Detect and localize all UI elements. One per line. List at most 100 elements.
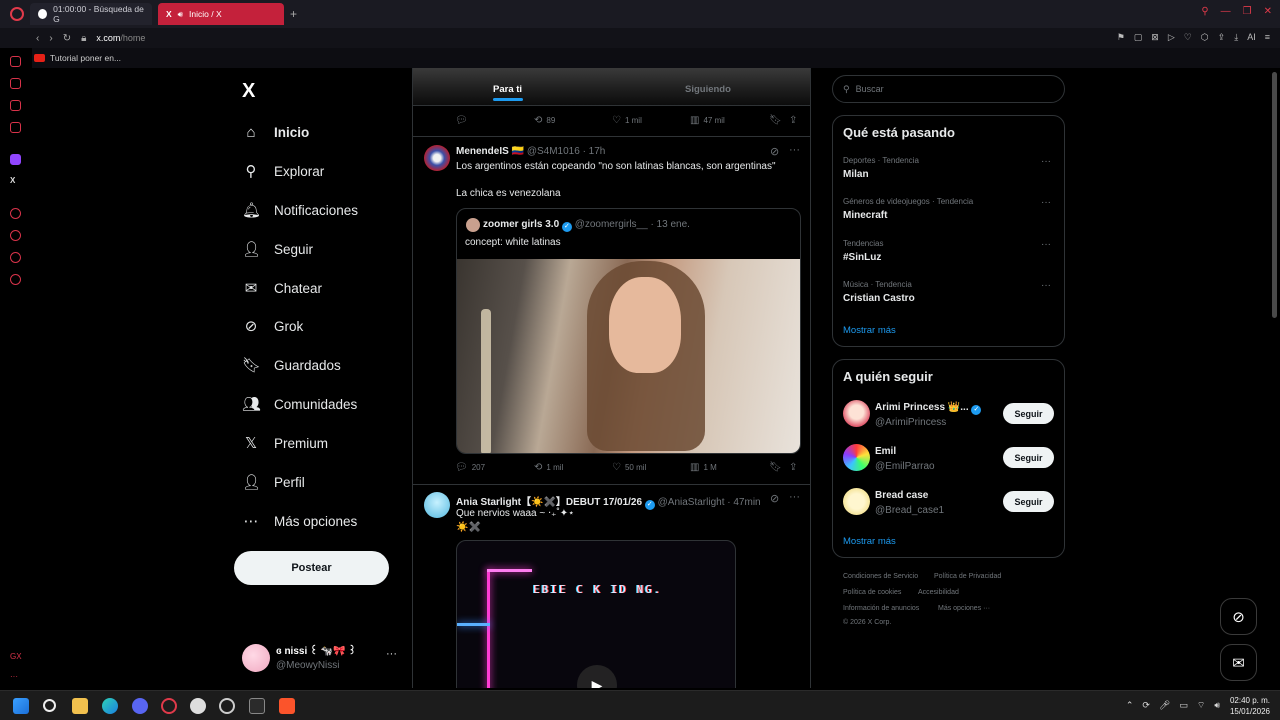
nav-item-guardados[interactable]: 🔖︎ Guardados (242, 353, 341, 377)
pin-icon[interactable]: ⚑ (1117, 32, 1125, 43)
more-icon[interactable]: ··· (789, 491, 800, 503)
more-icon[interactable]: ··· (386, 648, 397, 660)
close-button[interactable]: ✕ (1264, 6, 1272, 17)
x-logo[interactable]: X (242, 80, 255, 103)
extensions-sidebar-icon[interactable] (10, 252, 21, 263)
minimize-button[interactable]: — (1221, 6, 1231, 17)
show-more-link[interactable]: Mostrar más (843, 536, 896, 547)
nav-item-más-opciones[interactable]: ⋯ Más opciones (242, 509, 358, 533)
sidebar-more-icon[interactable]: ··· (10, 672, 18, 681)
app-icon[interactable] (190, 698, 206, 714)
more-icon[interactable]: ··· (1041, 156, 1051, 167)
nav-item-perfil[interactable]: 👤︎ Perfil (242, 470, 305, 494)
windows-start-icon[interactable] (13, 698, 29, 714)
vpn-icon[interactable] (10, 78, 21, 89)
app-icon[interactable] (249, 698, 265, 714)
wifi-icon[interactable]: ⌔ (1197, 700, 1205, 711)
twitch-icon[interactable] (10, 154, 21, 165)
views-button[interactable]: ▥ 47 mil (690, 115, 725, 126)
messages-float-button[interactable]: ✉ (1220, 644, 1257, 681)
play-icon[interactable]: ▶ (577, 665, 617, 688)
file-explorer-icon[interactable] (72, 698, 88, 714)
share-button[interactable]: ⇪ (789, 115, 797, 126)
brave-icon[interactable] (279, 698, 295, 714)
forward-icon[interactable]: › (49, 33, 52, 44)
clock[interactable]: 02:40 p. m. 15/01/2026 (1230, 695, 1270, 717)
grok-float-button[interactable]: ⊘ (1220, 598, 1257, 635)
history-icon[interactable] (10, 230, 21, 241)
bookmark-button[interactable]: 🔖︎ (769, 115, 782, 126)
extensions-icon[interactable]: ⬡ (1201, 32, 1209, 43)
more-icon[interactable]: ··· (789, 144, 800, 156)
opera-icon[interactable] (161, 698, 177, 714)
repost-button[interactable]: ⟲ 89 (534, 115, 555, 126)
account-switcher[interactable]: ɞ nissi ꒰ 🐄🎀 ꒱ @MeowyNissi ··· (242, 642, 407, 676)
like-button[interactable]: ♡ 1 mil (612, 115, 642, 126)
footer-link[interactable]: Política de Privacidad (934, 573, 1001, 580)
chevron-up-icon[interactable]: ⌃ (1126, 700, 1134, 711)
menu-icon[interactable]: ≡ (1265, 32, 1270, 43)
snapshot-icon[interactable]: ▢ (1134, 32, 1143, 43)
play-icon[interactable]: ▷ (1168, 32, 1175, 43)
url-field[interactable]: x.com/home (96, 33, 145, 43)
tab-siguiendo[interactable]: Siguiendo (685, 84, 731, 95)
player-icon[interactable] (10, 208, 21, 219)
follow-button[interactable]: Seguir (1003, 447, 1054, 468)
tweet-image[interactable] (457, 259, 800, 453)
views-button[interactable]: ▥ 1 M (690, 462, 717, 473)
opera-logo-icon[interactable] (10, 7, 24, 21)
tab-x-home[interactable]: X 🔊︎ Inicio / X (158, 3, 284, 25)
back-icon[interactable]: ‹ (36, 33, 39, 44)
search-tabs-icon[interactable]: ⚲ (1201, 6, 1208, 17)
follow-button[interactable]: Seguir (1003, 491, 1054, 512)
sync-icon[interactable]: ⟳ (1142, 700, 1150, 711)
repost-button[interactable]: ⟲ 1 mil (534, 462, 563, 473)
nav-item-notificaciones[interactable]: 🔔︎ Notificaciones (242, 198, 358, 222)
instagram-icon[interactable] (10, 122, 21, 133)
new-tab-button[interactable]: + (290, 7, 297, 21)
scrollbar[interactable] (1272, 72, 1277, 318)
maximize-button[interactable]: ❐ (1243, 6, 1252, 17)
grok-icon[interactable]: ⊘ (770, 145, 779, 158)
discord-icon[interactable] (132, 698, 148, 714)
quoted-tweet[interactable]: zoomer girls 3.0 ✓ @zoomergirls__ · 13 e… (456, 208, 801, 454)
ai-sidebar-icon[interactable] (10, 56, 21, 67)
volume-icon[interactable]: 🔊︎ (1214, 700, 1220, 711)
more-icon[interactable]: ··· (1041, 280, 1051, 291)
nav-item-explorar[interactable]: ⚲ Explorar (242, 159, 325, 183)
more-icon[interactable]: ··· (1041, 239, 1051, 250)
footer-link[interactable]: Accesibilidad (918, 589, 959, 596)
nav-item-premium[interactable]: 𝕏 Premium (242, 431, 328, 455)
avatar[interactable] (424, 145, 450, 171)
post-button[interactable]: Postear (234, 551, 389, 585)
show-more-link[interactable]: Mostrar más (843, 325, 896, 336)
download-icon[interactable]: ⤓ (1234, 32, 1238, 43)
ai-icon[interactable]: AI (1247, 32, 1256, 43)
edge-icon[interactable] (102, 698, 118, 714)
search-icon[interactable] (43, 699, 56, 712)
avatar[interactable] (424, 492, 450, 518)
nav-item-comunidades[interactable]: 👥︎ Comunidades (242, 392, 357, 416)
search-input[interactable]: ⚲ Buscar (832, 75, 1065, 103)
display-icon[interactable]: ▭ (1179, 700, 1188, 711)
footer-link[interactable]: Más opciones ··· (938, 605, 990, 612)
share-button[interactable]: ⇪ (789, 462, 797, 473)
footer-link[interactable]: Política de cookies (843, 589, 901, 596)
footer-link[interactable]: Información de anuncios (843, 605, 919, 612)
bookmark-item[interactable]: Tutorial poner en... (50, 53, 121, 63)
reply-button[interactable]: 💬︎ (455, 115, 468, 126)
tab-google-search[interactable]: 01:00:00 - Búsqueda de G (30, 3, 152, 25)
gx-icon[interactable]: GX (10, 652, 22, 661)
follow-button[interactable]: Seguir (1003, 403, 1054, 424)
grok-icon[interactable]: ⊘ (770, 492, 779, 505)
more-icon[interactable]: ··· (1041, 197, 1051, 208)
block-icon[interactable]: ⊠ (1151, 32, 1159, 43)
nav-item-chatear[interactable]: ✉ Chatear (242, 276, 322, 300)
reload-icon[interactable]: ↻ (63, 33, 71, 44)
chrome-icon[interactable] (219, 698, 235, 714)
bookmark-button[interactable]: 🔖︎ (769, 462, 782, 473)
tweet-video[interactable]: EBIE C K ID NG. ▶ (456, 540, 736, 688)
reply-button[interactable]: 💬︎ 207 (455, 462, 485, 473)
settings-icon[interactable] (10, 274, 21, 285)
share-icon[interactable]: ⇪ (1218, 32, 1226, 43)
